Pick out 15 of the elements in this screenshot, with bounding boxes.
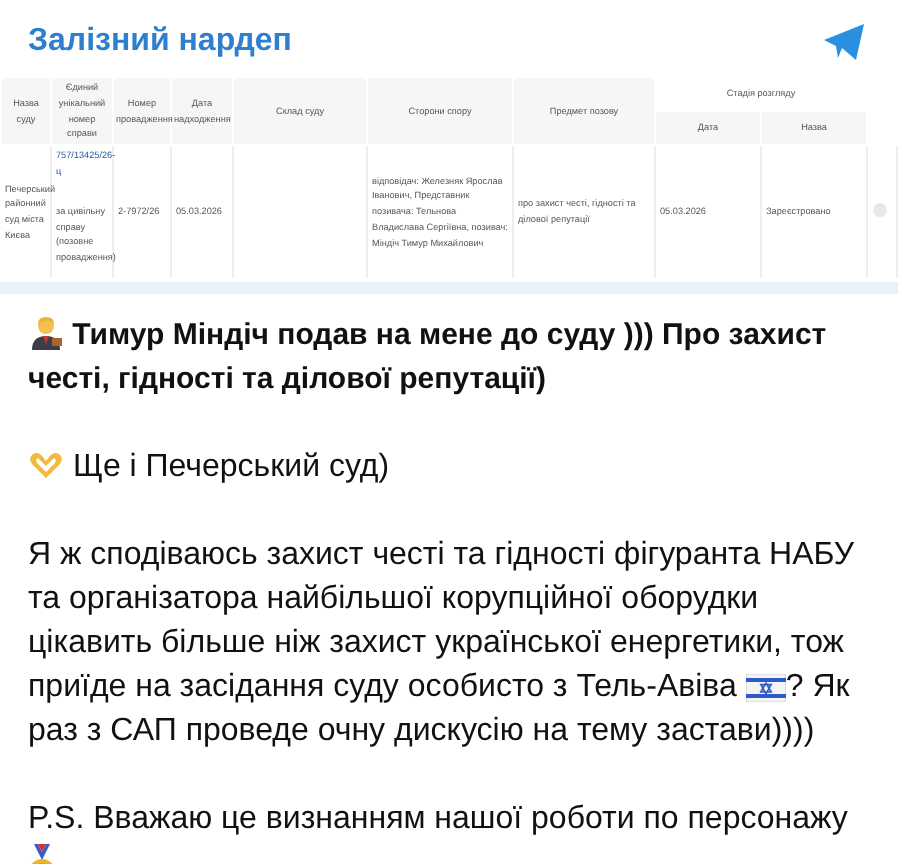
post-text-line: ? Як <box>785 670 850 705</box>
heart-hands-icon <box>28 450 64 483</box>
post-text-line: Я ж сподіваюсь захист честі та гідності фігуранта НАБУ <box>28 538 855 573</box>
post-text-line: приїде на засідання суду особисто з Тель-Авіва <box>28 670 737 705</box>
post-text-line: та організатора найбільшої корупційної оборудки <box>28 582 759 617</box>
paper-plane-icon[interactable] <box>822 22 866 62</box>
post-text-line: цікавить більше ніж захист української енергетики, тож <box>28 626 844 661</box>
flag-icon <box>745 674 786 703</box>
post-text-line: раз з САП проведе очну дискусію на тему застави)))) <box>28 714 815 749</box>
man-emoji-icon <box>28 314 64 351</box>
post-text-line: Тимур Міндіч подав на мене до суду ))) Про захист <box>72 318 827 353</box>
post-text-line: P.S. Вважаю це визнанням нашої роботи по персонажу <box>28 802 848 837</box>
post-text-line: честі, гідності та ділової репутації) <box>28 360 549 401</box>
post-text-line: Ще і Печерський суд) <box>72 450 390 485</box>
channel-title[interactable]: Залізний нардеп <box>28 24 292 60</box>
